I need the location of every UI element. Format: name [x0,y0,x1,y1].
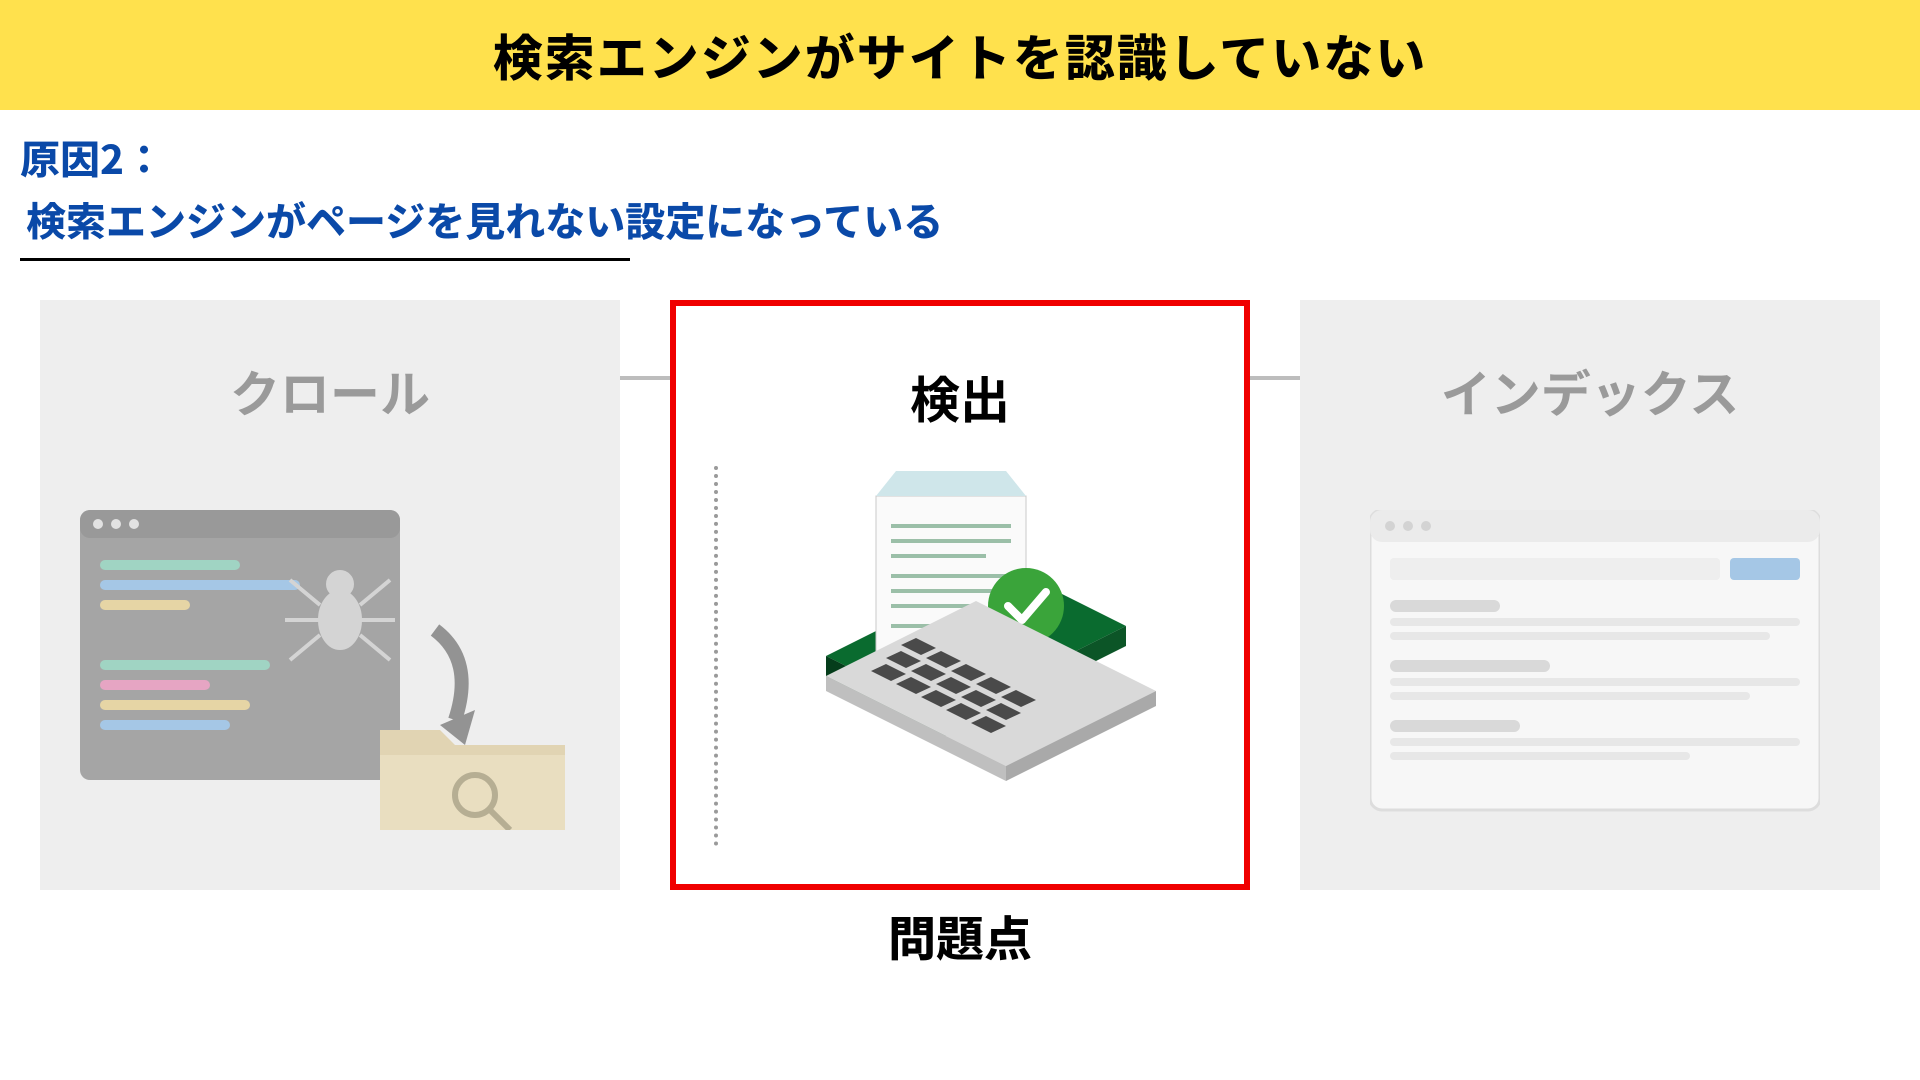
issue-label: 問題点 [670,900,1250,970]
slide-title: 検索エンジンがサイトを認識していない [493,19,1428,91]
step-detect: 検出 [670,300,1250,890]
subtitle-line-2: 検索エンジンがページを見れない設定になっている [20,190,1900,248]
laptop-check-icon [766,456,1166,816]
title-bar: 検索エンジンがサイトを認識していない [0,0,1920,110]
subtitle-line-1: 原因2： [20,128,1900,186]
step-label: 検出 [676,361,1244,433]
slide: 検索エンジンがサイトを認識していない 原因2： 検索エンジンがページを見れない設… [0,0,1920,1080]
flow-diagram: クロール [40,300,1880,890]
step-label: クロール [40,355,620,427]
step-label: インデックス [1300,355,1880,427]
step-index: インデックス [1300,300,1880,890]
step-crawl: クロール [40,300,620,890]
dotted-divider [714,466,718,846]
browser-results-icon [1370,510,1820,830]
subtitle-block: 原因2： 検索エンジンがページを見れない設定になっている [0,110,1920,269]
subtitle-underline [20,258,630,261]
crawler-icon [80,510,580,830]
